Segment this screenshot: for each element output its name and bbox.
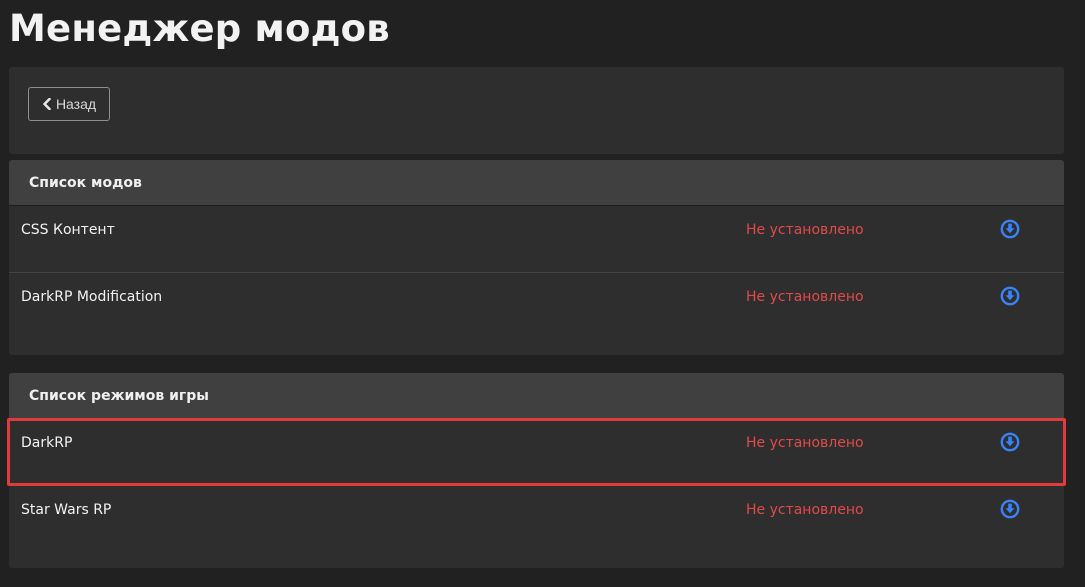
mods-panel-header: Список модов bbox=[9, 160, 1064, 206]
download-button[interactable] bbox=[1000, 219, 1020, 239]
gamemode-name: Star Wars RP bbox=[21, 502, 112, 518]
mods-panel: Список модов CSS Контент Не установлено … bbox=[9, 160, 1064, 355]
download-button[interactable] bbox=[1000, 499, 1020, 519]
back-button-label: Назад bbox=[55, 96, 97, 112]
gamemodes-panel-header: Список режимов игры bbox=[9, 373, 1064, 419]
chevron-left-icon bbox=[43, 98, 51, 110]
mod-status: Не установлено bbox=[746, 222, 864, 238]
gamemode-row: DarkRP Не установлено bbox=[9, 419, 1064, 485]
gamemode-name: DarkRP bbox=[21, 435, 73, 451]
mod-name: DarkRP Modification bbox=[21, 289, 163, 305]
mod-row: CSS Контент Не установлено bbox=[9, 206, 1064, 272]
download-icon bbox=[1000, 219, 1020, 239]
download-button[interactable] bbox=[1000, 286, 1020, 306]
mod-status: Не установлено bbox=[746, 289, 864, 305]
toolbar-panel: Назад bbox=[9, 67, 1064, 154]
mod-name: CSS Контент bbox=[21, 222, 115, 238]
gamemode-row: Star Wars RP Не установлено bbox=[9, 485, 1064, 551]
download-icon bbox=[1000, 286, 1020, 306]
gamemodes-panel: Список режимов игры DarkRP Не установлен… bbox=[9, 373, 1064, 568]
mod-row: DarkRP Modification Не установлено bbox=[9, 272, 1064, 338]
gamemode-status: Не установлено bbox=[746, 435, 864, 451]
download-button[interactable] bbox=[1000, 432, 1020, 452]
download-icon bbox=[1000, 499, 1020, 519]
page-title: Менеджер модов bbox=[9, 7, 390, 50]
download-icon bbox=[1000, 432, 1020, 452]
back-button[interactable]: Назад bbox=[28, 87, 110, 121]
gamemode-status: Не установлено bbox=[746, 502, 864, 518]
